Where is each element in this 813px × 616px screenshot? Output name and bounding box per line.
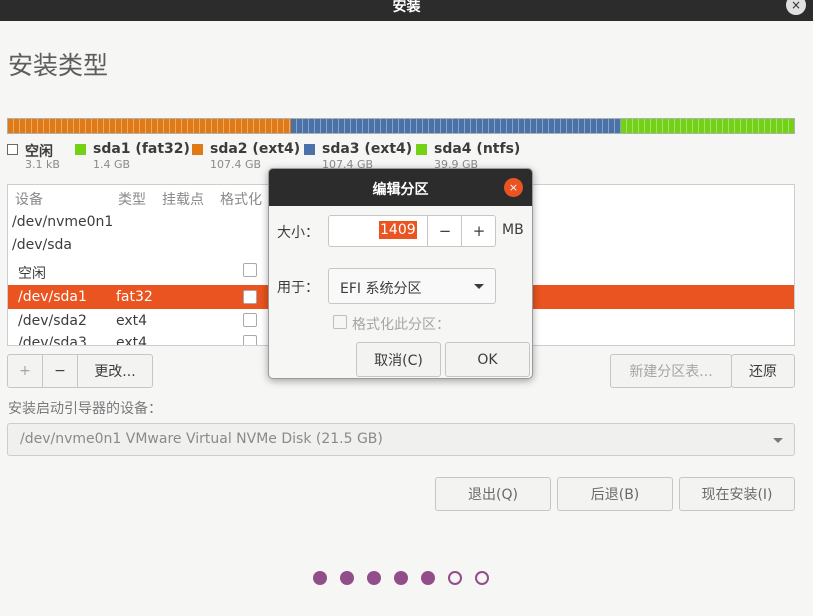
size-unit: MB — [502, 222, 524, 238]
bootloader-device-select[interactable]: /dev/nvme0n1 VMware Virtual NVMe Disk (2… — [7, 423, 795, 456]
row-device[interactable]: /dev/sda3 — [18, 335, 87, 345]
progress-dot — [448, 571, 462, 585]
legend-name: sda3 (ext4) — [322, 141, 413, 157]
remove-partition-button[interactable]: − — [42, 354, 78, 388]
partition-bar-segment — [290, 119, 622, 133]
row-device: /dev/sda1 — [18, 289, 87, 305]
legend-size: 1.4 GB — [93, 158, 131, 171]
table-row[interactable]: /dev/nvme0n1 — [12, 214, 113, 230]
quit-button[interactable]: 退出(Q) — [435, 477, 551, 511]
back-button[interactable]: 后退(B) — [557, 477, 673, 511]
legend-swatch — [7, 144, 18, 155]
size-decrease-button[interactable]: − — [427, 216, 462, 246]
cancel-button[interactable]: 取消(C) — [356, 342, 441, 377]
page-title: 安装类型 — [8, 51, 109, 80]
legend-name: sda4 (ntfs) — [434, 141, 521, 157]
column-header-format[interactable]: 格式化 — [220, 189, 262, 209]
change-partition-button[interactable]: 更改... — [77, 354, 153, 388]
bootloader-label: 安装启动引导器的设备： — [8, 401, 162, 417]
partition-bar-segment — [621, 119, 794, 133]
format-checkbox[interactable] — [243, 290, 257, 304]
legend-name: sda1 (fat32) — [93, 141, 190, 157]
row-device[interactable]: /dev/sda2 — [18, 313, 87, 329]
legend-size: 107.4 GB — [210, 158, 262, 171]
dialog-title: 编辑分区 — [372, 182, 429, 198]
column-header-device[interactable]: 设备 — [15, 189, 43, 209]
progress-dot — [367, 571, 381, 585]
window-title: 安装 — [392, 0, 421, 15]
legend-swatch — [416, 144, 427, 155]
chevron-down-icon — [773, 438, 783, 443]
legend-swatch — [304, 144, 315, 155]
add-partition-button[interactable]: + — [7, 354, 43, 388]
chevron-down-icon — [474, 284, 484, 289]
progress-dot — [313, 571, 327, 585]
format-partition-label: 格式化此分区： — [352, 317, 450, 333]
revert-button[interactable]: 还原 — [731, 354, 795, 388]
progress-dot — [394, 571, 408, 585]
edit-partition-dialog: 编辑分区 × 大小： 1409 − + MB 用于： EFI 系统分区 格式化此… — [268, 168, 533, 379]
install-now-button[interactable]: 现在安装(I) — [679, 477, 795, 511]
table-row[interactable]: /dev/sda — [12, 237, 72, 253]
row-type: ext4 — [116, 335, 148, 346]
window-titlebar: 安装 × — [0, 0, 813, 21]
legend-name: sda2 (ext4) — [210, 141, 301, 157]
format-checkbox[interactable] — [243, 263, 257, 277]
use-as-value: EFI 系统分区 — [340, 281, 422, 297]
legend-size: 3.1 kB — [25, 158, 60, 171]
dialog-close-button[interactable]: × — [504, 178, 523, 197]
new-partition-table-button[interactable]: 新建分区表... — [610, 354, 732, 388]
size-input[interactable]: 1409 — [379, 221, 417, 239]
size-label: 大小： — [277, 225, 319, 241]
partition-bar — [7, 118, 795, 134]
column-header-type[interactable]: 类型 — [118, 189, 146, 209]
size-spinbox[interactable]: 1409 − + — [328, 215, 496, 247]
row-type: fat32 — [116, 289, 153, 305]
progress-dot — [475, 571, 489, 585]
ok-button[interactable]: OK — [445, 342, 530, 377]
dialog-titlebar: 编辑分区 × — [269, 169, 532, 206]
row-type: ext4 — [116, 313, 148, 329]
progress-dot — [340, 571, 354, 585]
format-partition-checkbox[interactable] — [333, 315, 347, 329]
use-as-select[interactable]: EFI 系统分区 — [328, 268, 496, 304]
legend-swatch — [192, 144, 203, 155]
size-increase-button[interactable]: + — [461, 216, 496, 246]
format-checkbox[interactable] — [243, 335, 257, 345]
progress-dot — [421, 571, 435, 585]
legend-swatch — [75, 144, 86, 155]
use-as-label: 用于： — [277, 280, 319, 296]
column-header-mount[interactable]: 挂载点 — [162, 189, 204, 209]
bootloader-device-value: /dev/nvme0n1 VMware Virtual NVMe Disk (2… — [20, 431, 383, 447]
table-row-free[interactable]: 空闲 — [18, 263, 46, 283]
format-checkbox[interactable] — [243, 313, 257, 327]
partition-bar-segment — [8, 119, 291, 133]
